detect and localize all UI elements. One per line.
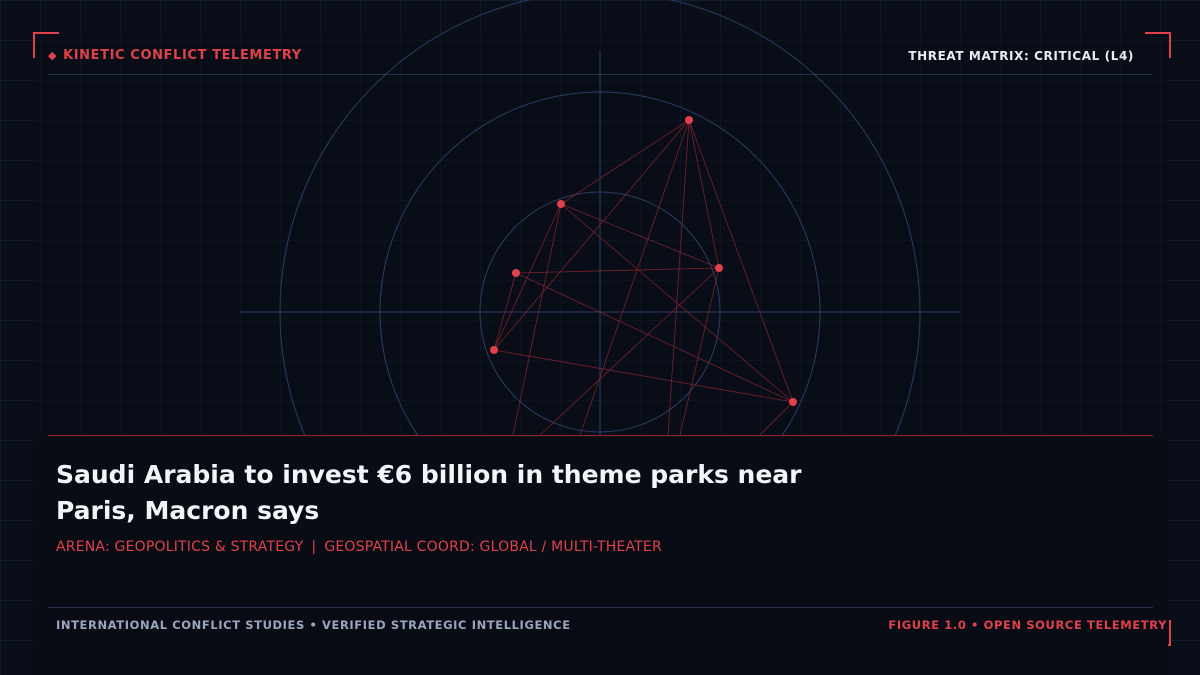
threat-level-label: THREAT MATRIX: CRITICAL (L4) — [908, 49, 1134, 63]
article-meta: ARENA: GEOPOLITICS & STRATEGY | GEOSPATIAL… — [56, 539, 662, 555]
arena-label: ARENA: GEOPOLITICS & STRATEGY — [56, 539, 304, 555]
diamond-icon: ◆ — [48, 49, 58, 62]
header-title-text: KINETIC CONFLICT TELEMETRY — [63, 48, 302, 63]
headline-divider — [48, 435, 1153, 436]
connection-lines — [493, 119, 794, 436]
footer-divider — [48, 607, 1153, 608]
header-divider — [48, 74, 1152, 75]
node — [512, 269, 520, 277]
header-title: ◆ KINETIC CONFLICT TELEMETRY — [48, 48, 302, 63]
corner-bracket-top-right — [1145, 32, 1171, 58]
footer-figure-label: FIGURE 1.0 • OPEN SOURCE TELEMETRY — [888, 618, 1167, 632]
node — [490, 346, 498, 354]
meta-separator: | — [311, 539, 317, 555]
node — [685, 116, 693, 124]
node — [715, 264, 723, 272]
node — [789, 398, 797, 406]
network-nodes — [490, 116, 797, 406]
coord-label: GEOSPATIAL COORD: GLOBAL / MULTI-THEATER — [324, 539, 662, 555]
footer-source: INTERNATIONAL CONFLICT STUDIES • VERIFIE… — [56, 618, 571, 632]
node — [557, 200, 565, 208]
headline: Saudi Arabia to invest €6 billion in the… — [56, 460, 802, 525]
